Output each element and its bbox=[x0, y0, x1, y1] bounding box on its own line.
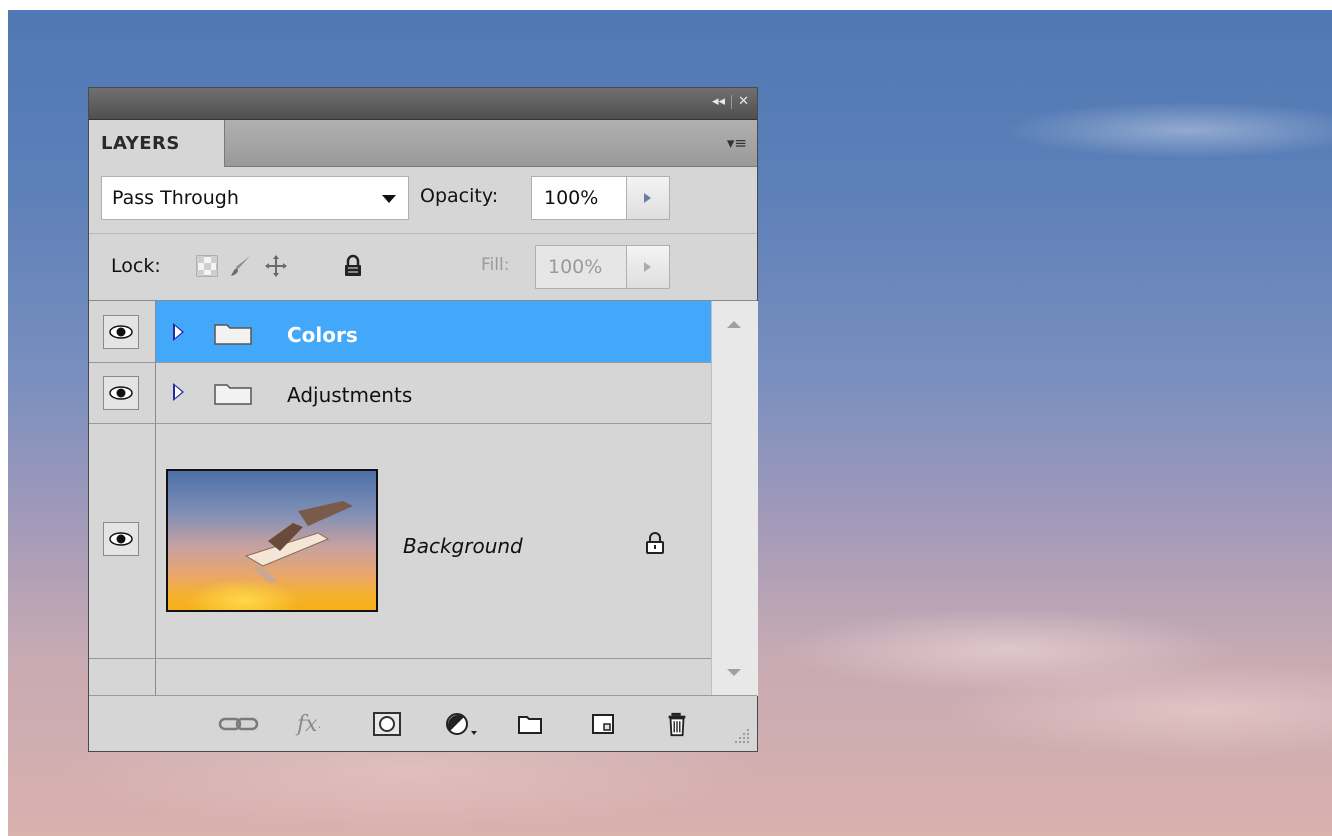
layer-thumbnail bbox=[166, 469, 378, 612]
lock-row: Lock: Fill: 100% bbox=[89, 234, 757, 301]
expand-arrow-icon[interactable] bbox=[173, 383, 184, 401]
lock-transparent-pixels-icon[interactable] bbox=[195, 254, 219, 278]
layers-panel: ◂◂ ✕ LAYERS ▾≡ Pass Through Opacity: 100… bbox=[88, 87, 758, 752]
trash-icon[interactable] bbox=[665, 711, 689, 737]
lock-label: Lock: bbox=[111, 255, 161, 277]
panel-footer: fx. bbox=[89, 695, 757, 751]
tab-layers[interactable]: LAYERS bbox=[89, 120, 225, 167]
new-layer-icon[interactable] bbox=[590, 711, 616, 737]
blend-mode-select[interactable]: Pass Through bbox=[101, 176, 409, 220]
opacity-label: Opacity: bbox=[420, 185, 499, 207]
new-group-icon[interactable] bbox=[517, 711, 543, 737]
layer-content: Adjustments bbox=[156, 363, 711, 423]
blend-mode-value: Pass Through bbox=[112, 187, 239, 209]
lock-image-pixels-icon[interactable] bbox=[229, 254, 253, 278]
layer-name: Adjustments bbox=[287, 383, 413, 407]
layer-row-adjustments[interactable]: Adjustments bbox=[89, 363, 711, 424]
panel-tab-row: LAYERS ▾≡ bbox=[89, 120, 757, 167]
fx-icon[interactable]: fx. bbox=[297, 711, 321, 737]
collapse-icon[interactable]: ◂◂ bbox=[712, 94, 725, 109]
scroll-up-icon[interactable] bbox=[727, 321, 741, 328]
folder-icon bbox=[214, 384, 252, 405]
layer-name: Colors bbox=[287, 323, 358, 347]
layer-row-colors[interactable]: Colors bbox=[89, 301, 711, 363]
eye-icon[interactable] bbox=[103, 522, 139, 556]
panel-menu-icon[interactable]: ▾≡ bbox=[727, 134, 747, 152]
fill-input[interactable]: 100% bbox=[535, 245, 627, 289]
layer-name: Background bbox=[403, 534, 523, 558]
titlebar-divider bbox=[731, 94, 733, 109]
lock-position-icon[interactable] bbox=[264, 254, 288, 278]
chevron-down-icon bbox=[382, 195, 396, 203]
lock-icon bbox=[646, 532, 664, 554]
link-icon[interactable] bbox=[217, 711, 261, 737]
blend-row: Pass Through Opacity: 100% bbox=[89, 167, 757, 234]
opacity-input[interactable]: 100% bbox=[531, 176, 627, 220]
scroll-down-icon[interactable] bbox=[727, 669, 741, 676]
adjustment-icon[interactable] bbox=[444, 711, 480, 737]
layer-content: Colors bbox=[156, 301, 711, 362]
layers-list: Colors Adjustments Background bbox=[89, 301, 711, 696]
layer-content: Background bbox=[156, 424, 711, 658]
fill-slider-button[interactable] bbox=[626, 245, 670, 289]
lock-all-icon[interactable] bbox=[341, 254, 365, 278]
mask-icon[interactable] bbox=[372, 711, 402, 737]
fill-label: Fill: bbox=[481, 255, 510, 275]
layer-row-background[interactable]: Background bbox=[89, 424, 711, 659]
panel-titlebar: ◂◂ ✕ bbox=[89, 88, 757, 120]
folder-icon bbox=[214, 324, 252, 345]
resize-grip-icon[interactable] bbox=[733, 727, 751, 745]
eye-icon[interactable] bbox=[103, 376, 139, 410]
opacity-slider-button[interactable] bbox=[626, 176, 670, 220]
close-icon[interactable]: ✕ bbox=[738, 94, 749, 109]
expand-arrow-icon[interactable] bbox=[173, 323, 184, 341]
layers-scrollbar[interactable] bbox=[711, 301, 758, 696]
eye-icon[interactable] bbox=[103, 315, 139, 349]
